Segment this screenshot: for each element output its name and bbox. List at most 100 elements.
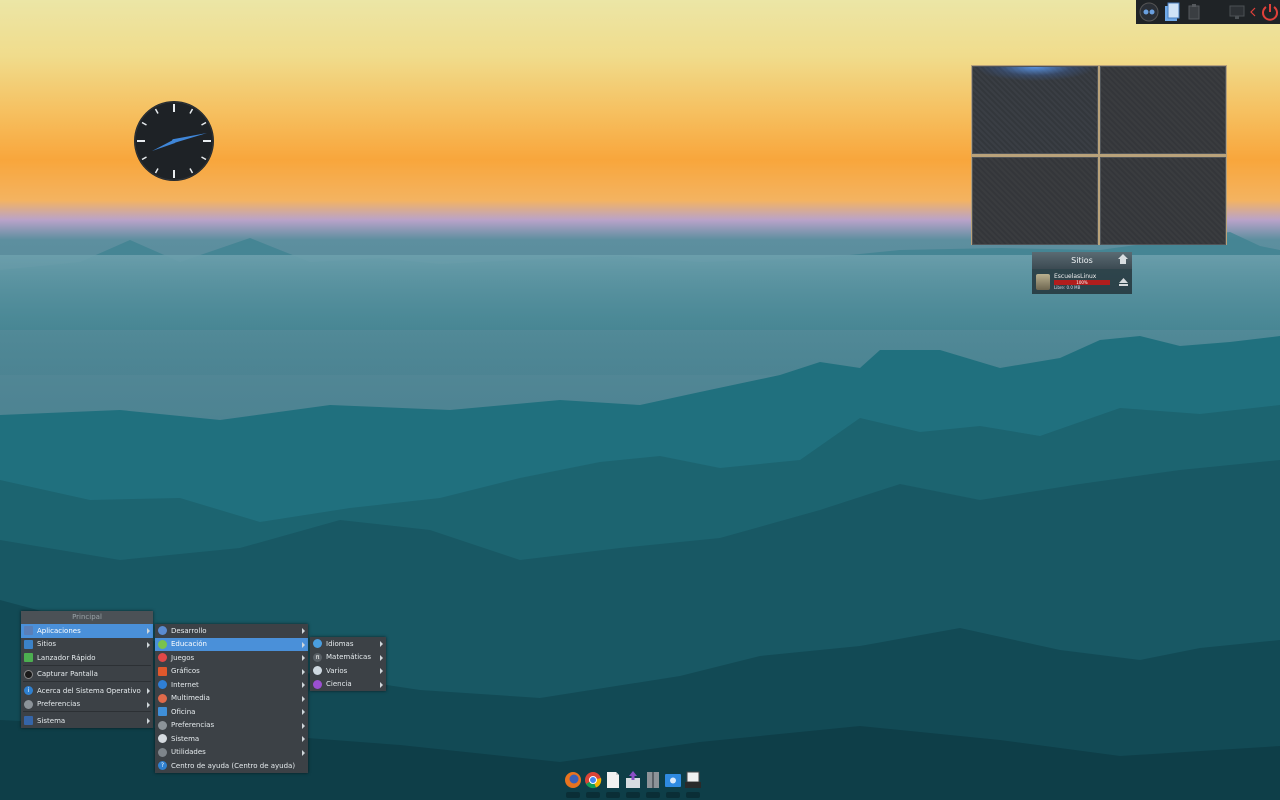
internet-icon (158, 680, 167, 690)
menu-item-utilities[interactable]: Utilidades (155, 746, 308, 760)
eject-icon[interactable] (1119, 278, 1128, 288)
menu-item-label: Multimedia (171, 694, 210, 703)
menu-item-games[interactable]: Juegos (155, 651, 308, 665)
submenu-arrow-icon (302, 628, 305, 634)
file-manager-icon[interactable] (664, 770, 682, 798)
submenu-arrow-icon (147, 701, 150, 708)
menu-item-math[interactable]: π Matemáticas (310, 651, 386, 665)
education-submenu: Idiomas π Matemáticas Varios Ciencia (310, 637, 386, 691)
submenu-arrow-icon (380, 668, 383, 674)
places-title: Sitios (1071, 256, 1093, 265)
install-icon[interactable] (624, 770, 642, 798)
launcher-icon (24, 653, 33, 663)
menu-item-quick-launcher[interactable]: Lanzador Rápido (21, 651, 153, 665)
menu-item-label: Preferencias (171, 721, 215, 730)
main-menu-title: Principal (21, 611, 153, 624)
desktop-pager (971, 65, 1227, 245)
menu-item-internet[interactable]: Internet (155, 678, 308, 692)
menu-item-label: Lanzador Rápido (37, 653, 96, 662)
menu-item-app-system[interactable]: Sistema (155, 732, 308, 746)
submenu-arrow-icon (302, 709, 305, 715)
system-icon (24, 716, 33, 726)
development-icon (158, 626, 167, 636)
menu-item-label: Idiomas (326, 639, 354, 648)
menu-item-about[interactable]: i Acerca del Sistema Operativo (21, 684, 153, 698)
menu-item-app-preferences[interactable]: Preferencias (155, 719, 308, 733)
clipboard-icon[interactable] (1185, 2, 1203, 22)
scanner-icon[interactable] (684, 770, 702, 798)
display-icon[interactable] (1228, 2, 1246, 22)
menu-item-system[interactable]: Sistema (21, 714, 153, 728)
menu-item-label: Oficina (171, 707, 196, 716)
submenu-arrow-icon (147, 718, 150, 724)
drive-free-space: Libre: 0.0 MB (1054, 284, 1081, 290)
text-editor-icon[interactable] (604, 770, 622, 798)
chrome-icon[interactable] (584, 770, 602, 798)
applications-submenu: Desarrollo Educación Juegos Gráficos Int… (155, 624, 308, 773)
pager-desktop-1[interactable] (972, 66, 1098, 154)
submenu-arrow-icon (302, 722, 305, 729)
firefox-icon[interactable] (564, 770, 582, 798)
home-icon[interactable] (1118, 254, 1128, 266)
places-widget: Sitios EscuelasLinux 100% Libre: 0.0 MB (1032, 252, 1132, 294)
top-panel (1136, 0, 1280, 24)
menu-item-label: Utilidades (171, 748, 206, 757)
screenshot-icon (24, 669, 33, 679)
multimedia-icon (158, 693, 167, 703)
pager-desktop-3[interactable] (972, 157, 1098, 245)
menu-item-label: Desarrollo (171, 626, 207, 635)
menu-item-label: Acerca del Sistema Operativo (37, 686, 141, 695)
menu-item-label: Centro de ayuda (Centro de ayuda) (171, 761, 296, 770)
power-icon[interactable] (1260, 2, 1280, 22)
drive-icon (1036, 273, 1050, 290)
menu-item-languages[interactable]: Idiomas (310, 637, 386, 651)
system-icon (158, 734, 167, 744)
submenu-arrow-icon (302, 695, 305, 702)
languages-icon (313, 639, 322, 649)
submenu-arrow-icon (147, 688, 150, 694)
graphics-icon (158, 666, 167, 676)
education-icon (158, 639, 167, 649)
collapse-arrow-icon[interactable] (1250, 2, 1256, 22)
menu-item-label: Sitios (37, 640, 57, 649)
menu-item-education[interactable]: Educación (155, 637, 308, 651)
menu-item-misc[interactable]: Varios (310, 664, 386, 678)
submenu-arrow-icon (380, 654, 383, 661)
menu-item-label: Juegos (171, 653, 195, 662)
help-icon: ? (158, 761, 167, 771)
drive-row[interactable]: EscuelasLinux 100% Libre: 0.0 MB (1032, 269, 1132, 294)
menu-item-help-center[interactable]: ? Centro de ayuda (Centro de ayuda) (155, 759, 308, 773)
clock-widget (134, 101, 214, 181)
math-icon: π (313, 652, 322, 662)
submenu-arrow-icon (302, 655, 305, 661)
menu-item-label: Varios (326, 666, 348, 675)
files-icon[interactable] (1163, 2, 1181, 22)
submenu-arrow-icon (147, 628, 150, 634)
pager-desktop-4[interactable] (1100, 157, 1226, 245)
submenu-arrow-icon (302, 736, 305, 742)
preferences-icon (24, 699, 33, 709)
menu-item-office[interactable]: Oficina (155, 705, 308, 719)
submenu-arrow-icon (302, 668, 305, 675)
menu-item-label: Preferencias (37, 700, 81, 709)
menu-item-multimedia[interactable]: Multimedia (155, 692, 308, 706)
archive-icon[interactable] (644, 770, 662, 798)
menu-item-science[interactable]: Ciencia (310, 678, 386, 692)
folder-icon (24, 639, 33, 649)
menu-item-label: Gráficos (171, 667, 200, 676)
user-icon[interactable] (1139, 2, 1159, 22)
menu-item-applications[interactable]: Aplicaciones (21, 624, 153, 638)
menu-item-preferences[interactable]: Preferencias (21, 698, 153, 712)
drive-name: EscuelasLinux (1054, 272, 1097, 280)
menu-item-screenshot[interactable]: Capturar Pantalla (21, 668, 153, 682)
menu-item-label: Aplicaciones (37, 626, 81, 635)
misc-icon (313, 666, 322, 676)
main-menu: Principal Aplicaciones Sitios Lanzador R… (21, 611, 153, 728)
menu-item-places[interactable]: Sitios (21, 638, 153, 652)
menu-item-graphics[interactable]: Gráficos (155, 665, 308, 679)
submenu-arrow-icon (302, 749, 305, 756)
submenu-arrow-icon (380, 681, 383, 688)
menu-item-development[interactable]: Desarrollo (155, 624, 308, 638)
places-header: Sitios (1032, 252, 1132, 269)
pager-desktop-2[interactable] (1100, 66, 1226, 154)
